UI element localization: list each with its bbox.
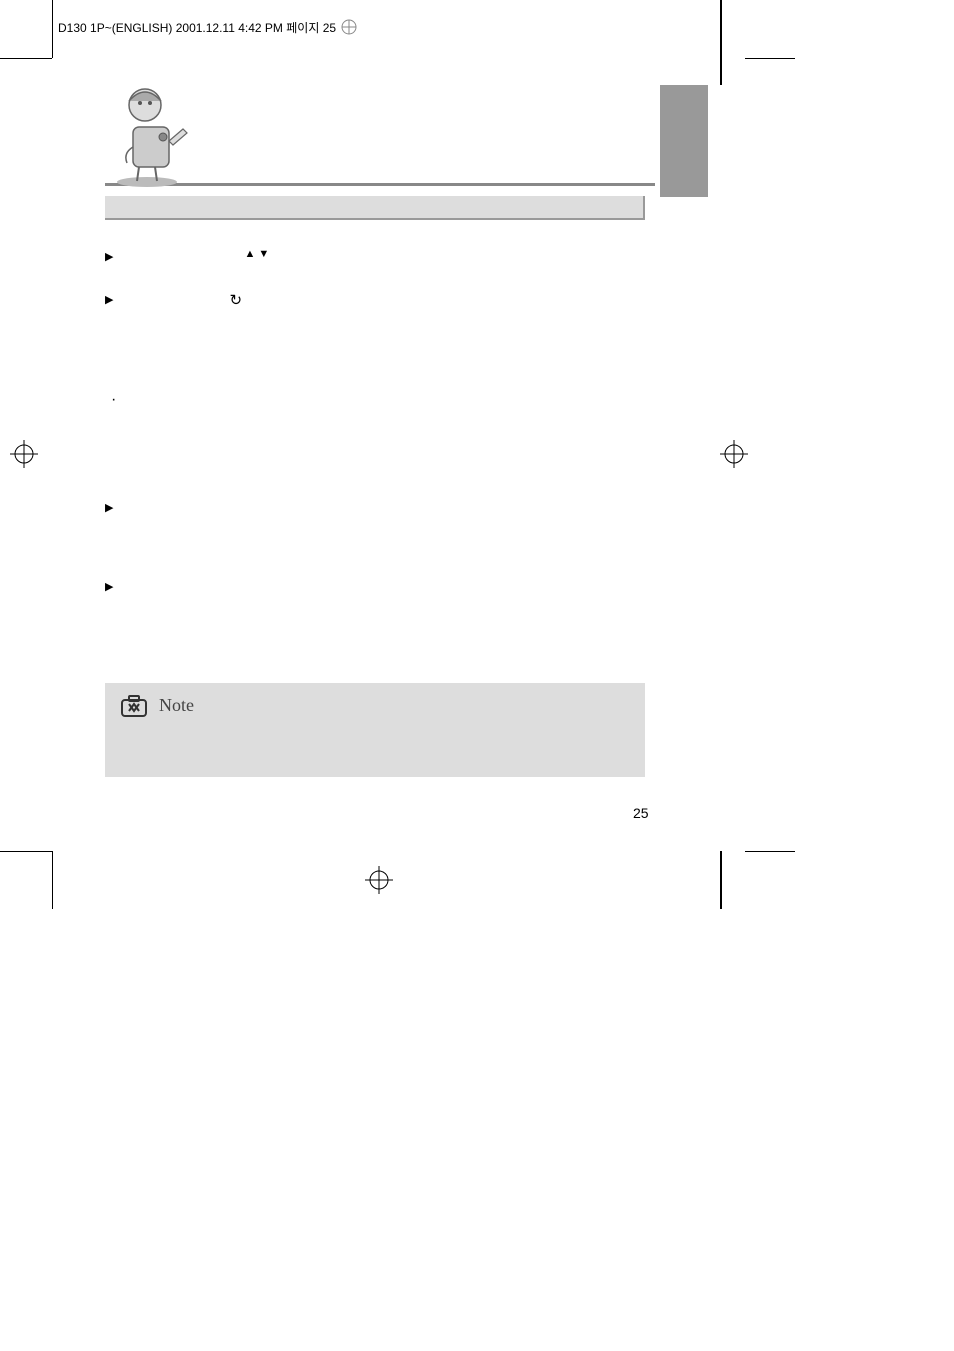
note-label: Note	[159, 695, 194, 716]
registration-mark	[720, 440, 748, 468]
up-down-icon: ▲ ▼	[244, 248, 269, 260]
header-stamp-text: D130 1P~(ENGLISH) 2001.12.11 4:42 PM 페이지…	[58, 19, 336, 36]
crop-mark	[52, 0, 53, 58]
list-item: ▶	[105, 499, 665, 514]
crop-mark	[52, 851, 53, 909]
crop-mark	[720, 851, 722, 909]
play-icon: ▶	[105, 250, 113, 263]
crop-mark	[0, 851, 52, 852]
play-icon: ▶	[105, 501, 113, 514]
play-icon: ▶	[105, 580, 113, 593]
page-body: ▶ ▲ ▼ ▶ ↻ · ▶ ▶ Note	[105, 85, 665, 777]
header-stamp: D130 1P~(ENGLISH) 2001.12.11 4:42 PM 페이지…	[58, 18, 358, 36]
crop-mark	[745, 851, 795, 852]
side-tab	[660, 85, 708, 197]
section-heading-bar	[105, 196, 645, 220]
crop-mark	[0, 58, 52, 59]
sub-point: ·	[111, 391, 665, 409]
play-icon: ▶	[105, 293, 113, 306]
crop-mark	[745, 58, 795, 59]
note-box: Note	[105, 683, 645, 777]
registration-mark	[365, 866, 393, 894]
registration-mark	[10, 440, 38, 468]
list-item: ▶	[105, 578, 665, 593]
crop-mark	[720, 0, 722, 85]
list-item: ▶ ↻	[105, 291, 665, 309]
header-mark-icon	[340, 18, 358, 36]
rotate-icon: ↻	[229, 291, 242, 309]
page-number: 25	[633, 805, 649, 821]
mascot-illustration	[105, 85, 197, 187]
list-item: ▶ ▲ ▼	[105, 248, 665, 263]
camera-icon	[121, 695, 147, 717]
